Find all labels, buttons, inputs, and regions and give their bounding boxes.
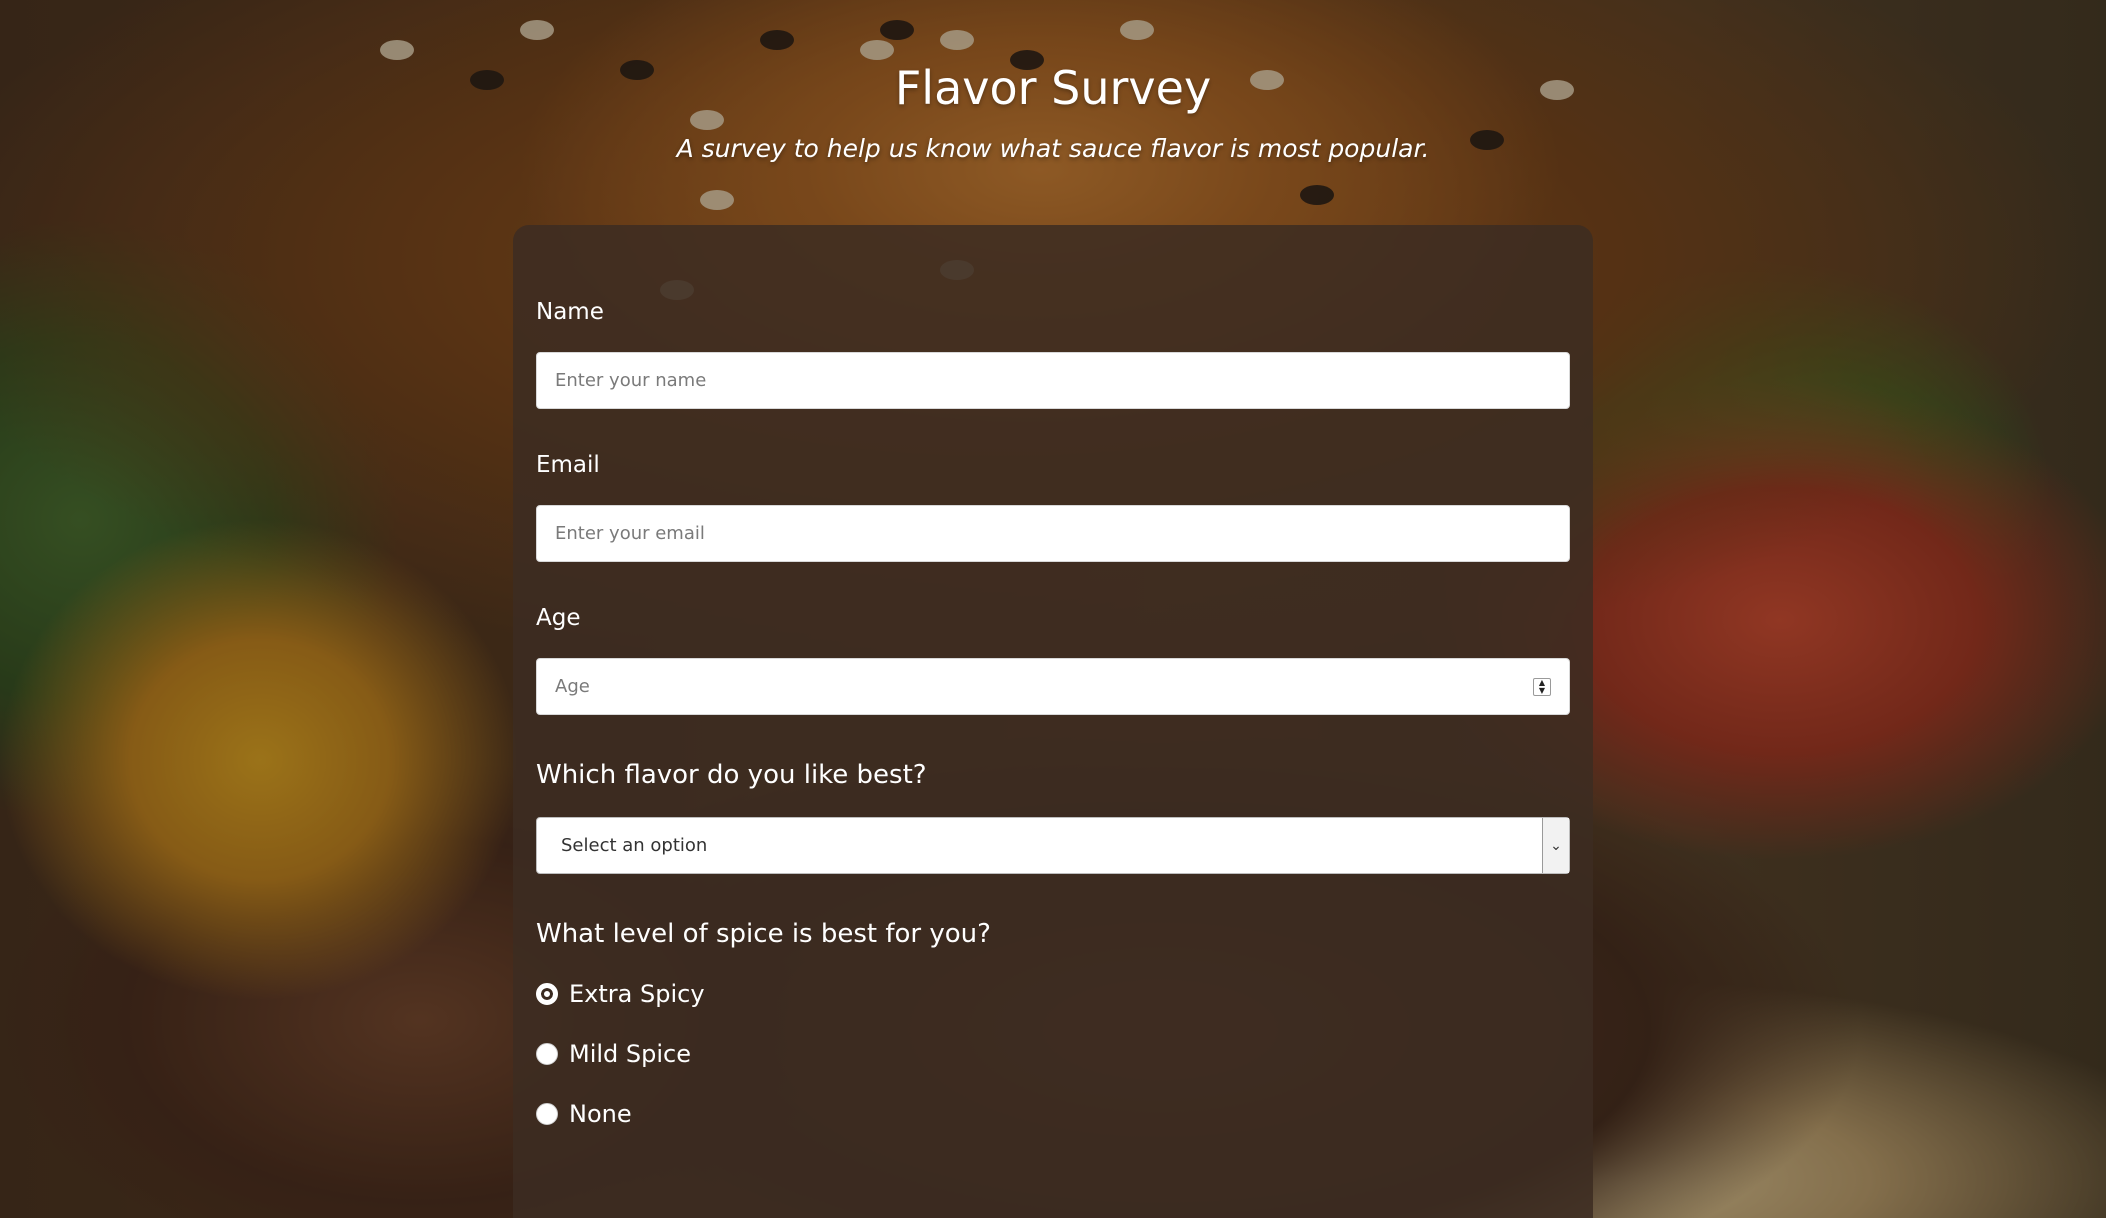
radio-label-none[interactable]: None xyxy=(569,1099,632,1129)
age-input[interactable]: Age ▲ ▼ xyxy=(536,658,1570,715)
spice-option-none[interactable]: None xyxy=(536,1099,632,1129)
spice-label: What level of spice is best for you? xyxy=(536,919,991,949)
spice-option-extra-spicy[interactable]: Extra Spicy xyxy=(536,979,705,1009)
radio-button-mild-spice[interactable] xyxy=(536,1043,558,1065)
age-field-group: Age Age ▲ ▼ xyxy=(536,603,1570,715)
radio-label-extra-spicy[interactable]: Extra Spicy xyxy=(569,979,705,1009)
flavor-label: Which flavor do you like best? xyxy=(536,760,927,790)
radio-label-mild-spice[interactable]: Mild Spice xyxy=(569,1039,691,1069)
survey-header: Flavor Survey A survey to help us know w… xyxy=(0,0,2106,166)
spice-option-mild-spice[interactable]: Mild Spice xyxy=(536,1039,691,1069)
radio-button-extra-spicy[interactable] xyxy=(536,983,558,1005)
flavor-select[interactable]: Select an option ⌄ xyxy=(536,817,1570,874)
survey-form: Name Enter your name Email Enter your em… xyxy=(513,225,1593,1218)
age-label: Age xyxy=(536,605,581,631)
spinner-arrows-icon[interactable]: ▲ ▼ xyxy=(1533,678,1551,696)
email-input[interactable]: Enter your email xyxy=(536,505,1570,562)
name-field-group: Name Enter your name xyxy=(536,297,1570,409)
name-label: Name xyxy=(536,299,604,325)
flavor-field-group: Which flavor do you like best? Select an… xyxy=(536,760,1570,874)
email-field-group: Email Enter your email xyxy=(536,450,1570,562)
page-description: A survey to help us know what sauce flav… xyxy=(676,134,1430,163)
spice-field-group: What level of spice is best for you? Ext… xyxy=(536,919,1570,1128)
flavor-selected-value: Select an option xyxy=(561,835,708,856)
name-placeholder: Enter your name xyxy=(555,370,707,391)
spinner-down-icon[interactable]: ▼ xyxy=(1539,687,1545,695)
radio-button-none[interactable] xyxy=(536,1103,558,1125)
email-placeholder: Enter your email xyxy=(555,523,705,544)
chevron-down-icon[interactable]: ⌄ xyxy=(1542,818,1569,873)
page-title: Flavor Survey xyxy=(894,61,1212,115)
email-label: Email xyxy=(536,452,600,478)
age-placeholder: Age xyxy=(555,676,590,697)
name-input[interactable]: Enter your name xyxy=(536,352,1570,409)
